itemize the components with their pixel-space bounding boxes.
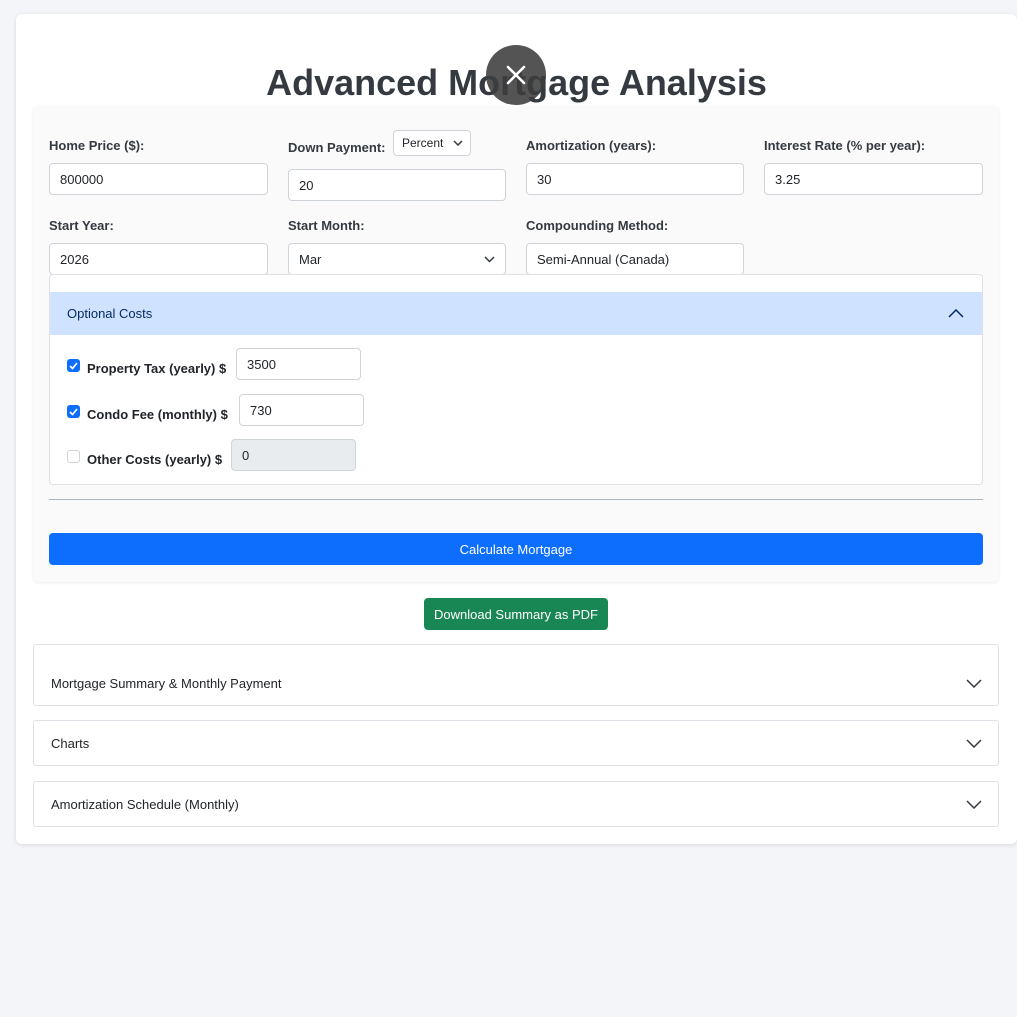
accordion-label: Mortgage Summary & Monthly Payment xyxy=(51,676,282,691)
download-pdf-button[interactable]: Download Summary as PDF xyxy=(424,598,608,630)
charts-accordion[interactable]: Charts xyxy=(33,720,999,766)
down-payment-mode-value: Percent xyxy=(402,136,444,150)
amortization-label: Amortization (years): xyxy=(526,138,657,153)
start-month-label: Start Month: xyxy=(288,218,365,233)
interest-rate-input[interactable] xyxy=(764,163,983,195)
compounding-input[interactable] xyxy=(526,243,744,275)
down-payment-label: Down Payment: xyxy=(288,140,386,155)
optional-costs-title: Optional Costs xyxy=(67,306,153,321)
home-price-label: Home Price ($): xyxy=(49,138,145,153)
start-year-label: Start Year: xyxy=(49,218,114,233)
chevron-up-icon xyxy=(948,309,964,318)
amortization-input[interactable] xyxy=(526,163,744,195)
accordion-label: Charts xyxy=(51,736,90,751)
chevron-down-icon xyxy=(484,255,495,263)
property-tax-input[interactable] xyxy=(236,348,361,380)
close-icon xyxy=(505,64,527,86)
other-costs-checkbox[interactable] xyxy=(67,450,80,463)
chevron-down-icon xyxy=(453,140,463,146)
home-price-input[interactable] xyxy=(49,163,268,195)
other-costs-label: Other Costs (yearly) $ xyxy=(87,452,223,467)
main-card: Advanced Mortgage Analysis Home Price ($… xyxy=(16,14,1017,844)
property-tax-checkbox[interactable] xyxy=(67,359,80,372)
condo-fee-input[interactable] xyxy=(239,394,364,426)
calculate-mortgage-button[interactable]: Calculate Mortgage xyxy=(49,533,983,565)
optional-costs-toggle[interactable]: Optional Costs xyxy=(50,292,982,335)
mortgage-form: Home Price ($): Down Payment: Percent Am… xyxy=(33,106,999,582)
mortgage-summary-accordion[interactable]: Mortgage Summary & Monthly Payment xyxy=(33,644,999,706)
compounding-label: Compounding Method: xyxy=(526,218,669,233)
down-payment-mode-select[interactable]: Percent xyxy=(393,130,471,156)
chevron-down-icon xyxy=(966,800,982,809)
chevron-down-icon xyxy=(966,679,982,688)
accordion-label: Amortization Schedule (Monthly) xyxy=(51,797,239,812)
condo-fee-checkbox[interactable] xyxy=(67,405,80,418)
property-tax-label: Property Tax (yearly) $ xyxy=(87,361,227,376)
start-month-value: Mar xyxy=(299,251,322,267)
form-divider xyxy=(49,499,983,500)
chevron-down-icon xyxy=(966,739,982,748)
interest-rate-label: Interest Rate (% per year): xyxy=(764,138,926,153)
condo-fee-label: Condo Fee (monthly) $ xyxy=(87,407,228,422)
other-costs-input[interactable] xyxy=(231,439,356,471)
down-payment-input[interactable] xyxy=(288,169,506,201)
amortization-schedule-accordion[interactable]: Amortization Schedule (Monthly) xyxy=(33,781,999,827)
optional-costs-panel: Optional Costs Property Tax (yearly) $ C… xyxy=(49,274,983,485)
start-year-input[interactable] xyxy=(49,243,268,275)
close-button[interactable] xyxy=(486,45,546,105)
start-month-select[interactable]: Mar xyxy=(288,243,506,275)
